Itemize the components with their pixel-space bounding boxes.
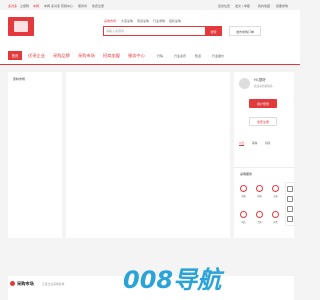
svg-text:008导航: 008导航 [123, 266, 225, 292]
tool-label: 合同 [257, 221, 262, 224]
search-tab[interactable]: 大宗采购 [121, 19, 133, 23]
site-logo[interactable] [8, 17, 34, 36]
nav-sub-item[interactable]: 行业资讯 [174, 54, 186, 58]
topbar-link[interactable]: 本网 多对多 营销中心 [44, 4, 73, 8]
login-button-label: 用户登录 [256, 102, 269, 106]
category-label[interactable]: 原料市场 [13, 77, 25, 81]
tool-label: 采购 [241, 195, 246, 198]
topbar-link[interactable]: 我要求购 [276, 4, 288, 8]
nav-item[interactable]: 服务中心 [128, 53, 145, 59]
market-title: 采购市场 [17, 281, 34, 286]
topbar-link[interactable]: 免费注册 [92, 4, 104, 8]
tab-purchase[interactable]: 采购 [252, 141, 257, 145]
topbar-link[interactable]: 发文 / 举报 [235, 4, 250, 8]
tab-news[interactable]: 新闻 [265, 141, 270, 145]
topbar-link[interactable]: 服务商 [78, 4, 87, 8]
register-button-label: 免费注册 [256, 120, 269, 124]
tools-title: 采购服务 [240, 172, 253, 176]
tool-label: 交易 [273, 195, 278, 198]
search-button-label: 搜索 [210, 29, 217, 34]
chat-icon[interactable] [287, 196, 293, 202]
qrcode-icon[interactable] [287, 206, 293, 212]
nav-sub-item[interactable]: 知道 [195, 54, 201, 58]
banner-area [66, 72, 230, 238]
nav-item[interactable]: 采购市场 [78, 53, 95, 59]
market-icon [10, 281, 15, 286]
nav-sub-item[interactable]: 行业报价 [212, 54, 224, 58]
greeting-text: Hi,您好 [254, 78, 266, 82]
top-bar: 多对多 立顺网 本网 本网 多对多 营销中心 服务商 免费注册 您的位置 发文 … [0, 0, 300, 10]
contract-icon[interactable] [256, 211, 263, 218]
topbar-link[interactable]: 立顺网 [20, 4, 29, 8]
tab-notice[interactable]: 公告 [239, 141, 245, 146]
search-tab[interactable]: 现货采购 [137, 19, 149, 23]
arrow-up-icon[interactable] [287, 216, 293, 222]
avatar [239, 78, 250, 89]
market-subtitle: 汇集企业采购需求 [42, 282, 65, 286]
main-nav [0, 46, 300, 65]
topbar-link[interactable]: 您的位置 [218, 4, 230, 8]
topbar-link[interactable]: 我的收藏 [258, 4, 270, 8]
search-tab[interactable]: 招标采购 [169, 19, 181, 23]
welcome-text: 欢迎来到采购易~ [254, 85, 275, 88]
publish-button-label: 发布求购订单 [235, 29, 254, 34]
trade-icon[interactable] [272, 185, 279, 192]
headset-icon[interactable] [287, 186, 293, 192]
tool-label: 供应 [241, 221, 246, 224]
category-panel [8, 72, 62, 238]
invoice-icon[interactable] [272, 211, 279, 218]
tool-label: 开票 [273, 221, 278, 224]
nav-item[interactable]: 招商加盟 [103, 53, 120, 59]
supply-icon[interactable] [240, 211, 247, 218]
search-input[interactable]: 请输入关键词 [106, 29, 124, 33]
tool-label: 商机 [257, 195, 262, 198]
topbar-link[interactable]: 本网 [33, 4, 39, 8]
nav-sub-item[interactable]: 行情 [157, 54, 163, 58]
search-tab[interactable]: 行业求购 [153, 19, 165, 23]
divider [234, 167, 294, 168]
opportunity-icon[interactable] [256, 185, 263, 192]
purchase-icon[interactable] [240, 185, 247, 192]
watermark-logo: 008导航 [123, 266, 225, 292]
nav-home-label: 首页 [11, 53, 19, 58]
search-tab[interactable]: 采购市场 [104, 19, 116, 23]
nav-item[interactable]: 优采企业 [28, 53, 45, 59]
nav-item[interactable]: 采购品牌 [53, 53, 70, 59]
topbar-link[interactable]: 多对多 [8, 4, 17, 8]
